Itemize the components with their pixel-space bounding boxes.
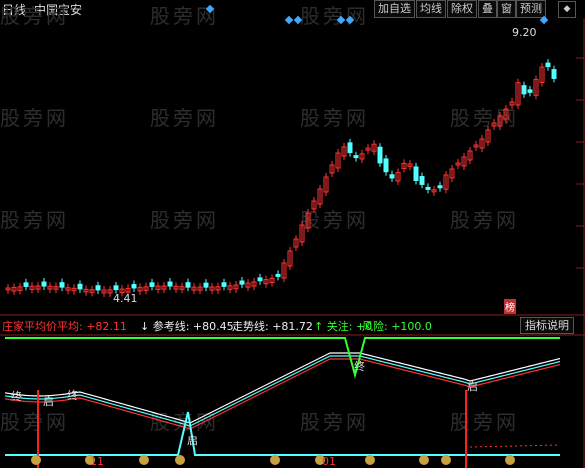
candle-body [383,158,389,173]
signal-label: 终 [354,360,365,373]
signal-diamond-icon [205,4,215,14]
candle-body [203,282,209,288]
candle-body [527,89,533,93]
money-bag-icon [365,455,375,465]
indicator-item-main: 庄家平均价平均: +82.11 [2,320,127,333]
candle-body [167,281,173,287]
signal-label: 启 [43,395,54,408]
money-bag-icon [441,455,451,465]
candle-body [149,282,155,287]
signal-diamond-icon [293,15,303,25]
candle-body [377,146,383,164]
signal-diamond-icon [284,15,294,25]
candle-body [347,142,353,154]
candle-body [413,166,419,182]
risk-line [5,337,560,379]
indicator-item-trend: 走势线: +81.72 [232,320,313,333]
indicator-help-button[interactable]: 指标说明 [520,317,574,334]
watch-line [5,411,560,456]
date-label: 01 [322,455,336,468]
kline-chart[interactable] [0,0,585,468]
candle-body [23,282,29,287]
signal-label: 终 [11,390,22,403]
signal-label: 启 [187,434,198,447]
candle-body [221,282,227,287]
high-price-label: 9.20 [512,26,537,39]
candle-body [275,273,281,277]
candle-body [521,85,527,95]
money-bag-icon [419,455,429,465]
candle-body [239,280,245,285]
candle-body [419,176,425,185]
money-bag-icon [175,455,185,465]
indicator-item-reference: ↓ 参考线: +80.45 [140,320,234,333]
candle-body [41,281,47,287]
low-price-label: 4.41 [113,292,138,305]
signal-label: 启 [467,380,478,393]
dotted-line [469,444,561,448]
candle-body [131,284,137,289]
signal-diamond-icon [336,15,346,25]
candle-body [545,62,551,68]
candle-body [353,155,359,159]
candle-body [257,277,263,282]
candle-body [185,282,191,288]
candle-body [95,285,101,291]
signal-diamond-icon [539,15,549,25]
signal-label: 终 [67,389,78,402]
candle-body [425,186,431,190]
money-bag-icon [505,455,515,465]
candle-body [113,285,119,291]
candle-body [437,185,443,189]
money-bag-icon [31,455,41,465]
candle-body [77,283,83,290]
candle-body [59,282,65,288]
candle-body [389,174,395,179]
indicator-item-risk: 风险: +100.0 [362,320,432,333]
money-bag-icon [139,455,149,465]
date-label: 11 [90,455,104,468]
money-bag-icon [270,455,280,465]
candle-body [551,69,557,79]
signal-diamond-icon [345,15,355,25]
rank-marker: 榜 [504,299,516,314]
